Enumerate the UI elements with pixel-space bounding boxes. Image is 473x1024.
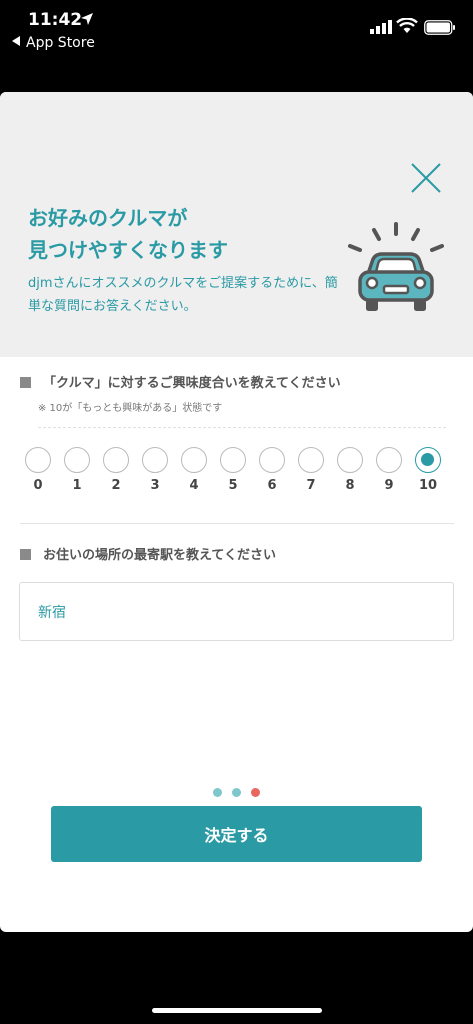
interest-option-label: 1 [72, 478, 82, 493]
cellular-signal-icon [370, 20, 392, 34]
interest-option-label: 7 [306, 478, 316, 493]
hero-description: djmさんにオススメのクルマをご提案するために、簡単な質問にお答えください。 [28, 276, 338, 314]
interest-option-label: 2 [111, 478, 121, 493]
status-time: 11:42 [28, 10, 83, 30]
bullet-square-icon [20, 549, 31, 560]
interest-option-label: 0 [33, 478, 43, 493]
divider [20, 523, 454, 524]
interest-option-7[interactable]: 7 [291, 447, 331, 497]
radio-icon [376, 447, 402, 473]
hero-banner: お好みのクルマが 見つけやすくなります djmさんにオススメのクルマをご提案する… [0, 92, 473, 357]
interest-option-0[interactable]: 0 [18, 447, 58, 497]
question1-note: ※ 10が「もっとも興味がある」状態です [38, 403, 223, 414]
close-icon[interactable] [408, 160, 444, 196]
hero-title: お好みのクルマが 見つけやすくなります [28, 202, 328, 266]
radio-icon [103, 447, 129, 473]
home-indicator[interactable] [152, 1008, 322, 1013]
radio-icon [415, 447, 441, 473]
interest-option-5[interactable]: 5 [213, 447, 253, 497]
interest-option-label: 10 [418, 478, 438, 493]
radio-icon [181, 447, 207, 473]
back-to-app-store-link[interactable]: App Store [12, 35, 95, 51]
interest-option-label: 6 [267, 478, 277, 493]
car-illustration-icon [348, 222, 444, 311]
interest-option-2[interactable]: 2 [96, 447, 136, 497]
interest-option-label: 5 [228, 478, 238, 493]
question1-label: 「クルマ」に対するご興味度合いを教えてください [43, 376, 341, 391]
radio-icon [298, 447, 324, 473]
interest-scale: 0 1 2 3 4 5 6 7 8 9 10 [18, 447, 458, 497]
radio-icon [25, 447, 51, 473]
battery-icon [424, 20, 455, 35]
interest-option-1[interactable]: 1 [57, 447, 97, 497]
back-arrow-icon [12, 36, 20, 46]
page-dot [251, 788, 260, 797]
interest-option-label: 4 [189, 478, 199, 493]
hero-title-line2: 見つけやすくなります [28, 238, 228, 262]
nearest-station-input[interactable] [19, 582, 454, 641]
radio-icon [220, 447, 246, 473]
page-indicator [0, 782, 473, 797]
submit-button[interactable]: 決定する [51, 806, 422, 862]
interest-option-label: 9 [384, 478, 394, 493]
page-dot [213, 788, 222, 797]
wifi-icon [396, 18, 418, 33]
radio-icon [64, 447, 90, 473]
interest-option-6[interactable]: 6 [252, 447, 292, 497]
page-dot [232, 788, 241, 797]
question1-header: 「クルマ」に対するご興味度合いを教えてください [20, 372, 460, 391]
question2-label: お住いの場所の最寄駅を教えてください [43, 548, 276, 563]
question2-header: お住いの場所の最寄駅を教えてください [20, 544, 460, 563]
location-arrow-icon [81, 13, 93, 25]
back-app-label: App Store [26, 35, 95, 51]
interest-option-label: 8 [345, 478, 355, 493]
radio-icon [337, 447, 363, 473]
interest-option-3[interactable]: 3 [135, 447, 175, 497]
radio-icon [142, 447, 168, 473]
interest-option-label: 3 [150, 478, 160, 493]
hero-title-line1: お好みのクルマが [28, 206, 188, 230]
status-bar: 11:42 App Store [0, 0, 473, 60]
survey-modal: お好みのクルマが 見つけやすくなります djmさんにオススメのクルマをご提案する… [0, 92, 473, 932]
interest-option-9[interactable]: 9 [369, 447, 409, 497]
bullet-square-icon [20, 377, 31, 388]
interest-option-4[interactable]: 4 [174, 447, 214, 497]
interest-option-10[interactable]: 10 [408, 447, 448, 497]
divider [38, 427, 446, 428]
interest-option-8[interactable]: 8 [330, 447, 370, 497]
radio-icon [259, 447, 285, 473]
